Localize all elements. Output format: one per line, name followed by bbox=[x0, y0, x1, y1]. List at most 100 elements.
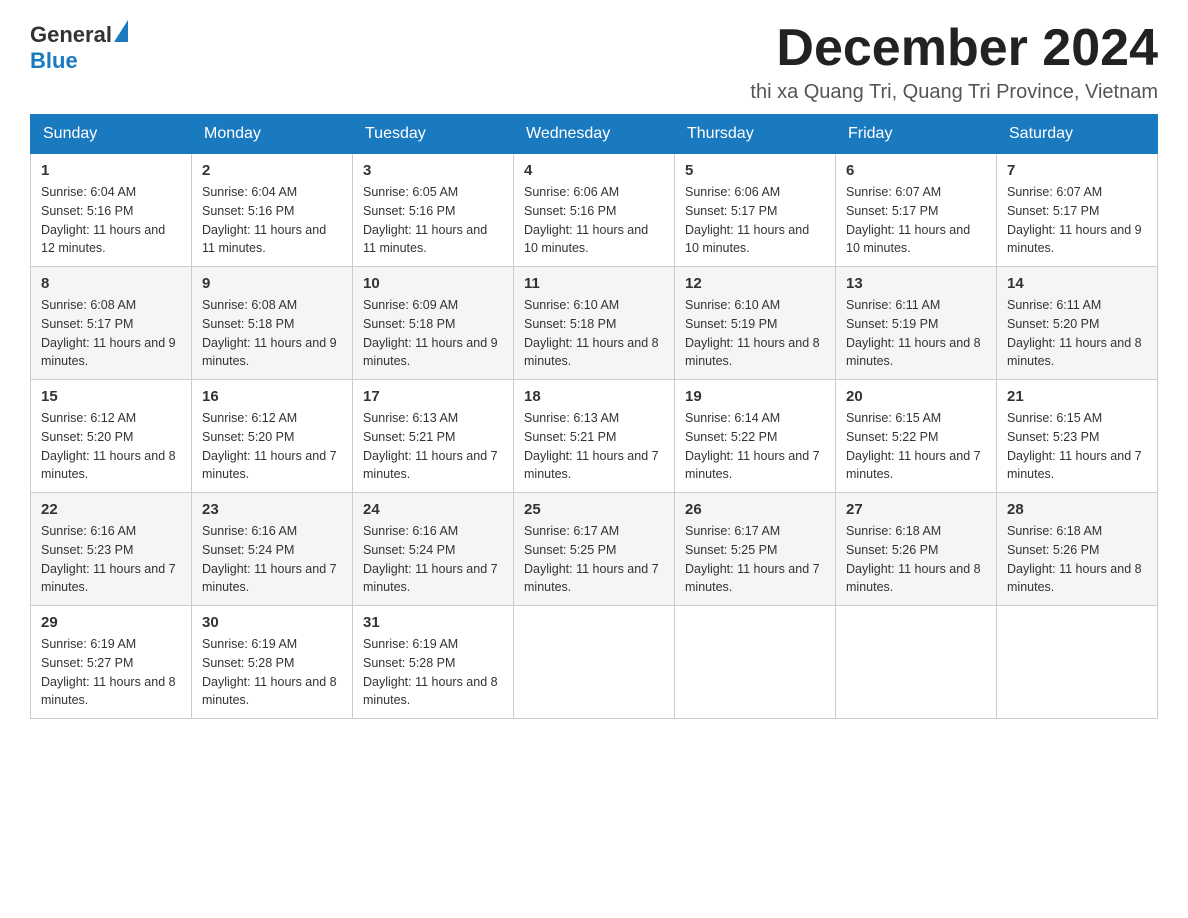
calendar-cell: 28 Sunrise: 6:18 AM Sunset: 5:26 PM Dayl… bbox=[997, 493, 1158, 606]
day-number: 14 bbox=[1007, 275, 1147, 292]
calendar-week-row: 22 Sunrise: 6:16 AM Sunset: 5:23 PM Dayl… bbox=[31, 493, 1158, 606]
day-number: 24 bbox=[363, 501, 503, 518]
calendar-cell: 2 Sunrise: 6:04 AM Sunset: 5:16 PM Dayli… bbox=[192, 154, 353, 267]
calendar-cell: 14 Sunrise: 6:11 AM Sunset: 5:20 PM Dayl… bbox=[997, 267, 1158, 380]
day-info: Sunrise: 6:19 AM Sunset: 5:28 PM Dayligh… bbox=[202, 635, 342, 710]
col-header-thursday: Thursday bbox=[675, 115, 836, 154]
calendar-week-row: 29 Sunrise: 6:19 AM Sunset: 5:27 PM Dayl… bbox=[31, 606, 1158, 719]
logo: General Blue bbox=[30, 20, 128, 74]
day-number: 28 bbox=[1007, 501, 1147, 518]
calendar-cell: 27 Sunrise: 6:18 AM Sunset: 5:26 PM Dayl… bbox=[836, 493, 997, 606]
day-info: Sunrise: 6:11 AM Sunset: 5:20 PM Dayligh… bbox=[1007, 296, 1147, 371]
day-number: 2 bbox=[202, 162, 342, 179]
day-number: 18 bbox=[524, 388, 664, 405]
calendar-header-row: SundayMondayTuesdayWednesdayThursdayFrid… bbox=[31, 115, 1158, 154]
calendar-cell: 30 Sunrise: 6:19 AM Sunset: 5:28 PM Dayl… bbox=[192, 606, 353, 719]
day-info: Sunrise: 6:12 AM Sunset: 5:20 PM Dayligh… bbox=[202, 409, 342, 484]
day-number: 22 bbox=[41, 501, 181, 518]
day-info: Sunrise: 6:05 AM Sunset: 5:16 PM Dayligh… bbox=[363, 183, 503, 258]
day-number: 26 bbox=[685, 501, 825, 518]
day-info: Sunrise: 6:06 AM Sunset: 5:17 PM Dayligh… bbox=[685, 183, 825, 258]
day-info: Sunrise: 6:10 AM Sunset: 5:18 PM Dayligh… bbox=[524, 296, 664, 371]
calendar-cell: 6 Sunrise: 6:07 AM Sunset: 5:17 PM Dayli… bbox=[836, 154, 997, 267]
day-info: Sunrise: 6:19 AM Sunset: 5:27 PM Dayligh… bbox=[41, 635, 181, 710]
day-info: Sunrise: 6:13 AM Sunset: 5:21 PM Dayligh… bbox=[363, 409, 503, 484]
day-info: Sunrise: 6:13 AM Sunset: 5:21 PM Dayligh… bbox=[524, 409, 664, 484]
col-header-saturday: Saturday bbox=[997, 115, 1158, 154]
calendar-cell: 4 Sunrise: 6:06 AM Sunset: 5:16 PM Dayli… bbox=[514, 154, 675, 267]
calendar-cell: 23 Sunrise: 6:16 AM Sunset: 5:24 PM Dayl… bbox=[192, 493, 353, 606]
day-info: Sunrise: 6:08 AM Sunset: 5:17 PM Dayligh… bbox=[41, 296, 181, 371]
day-info: Sunrise: 6:18 AM Sunset: 5:26 PM Dayligh… bbox=[846, 522, 986, 597]
calendar-cell bbox=[514, 606, 675, 719]
day-number: 29 bbox=[41, 614, 181, 631]
day-number: 7 bbox=[1007, 162, 1147, 179]
col-header-tuesday: Tuesday bbox=[353, 115, 514, 154]
day-number: 25 bbox=[524, 501, 664, 518]
calendar-cell: 18 Sunrise: 6:13 AM Sunset: 5:21 PM Dayl… bbox=[514, 380, 675, 493]
day-number: 17 bbox=[363, 388, 503, 405]
calendar-cell: 22 Sunrise: 6:16 AM Sunset: 5:23 PM Dayl… bbox=[31, 493, 192, 606]
calendar-cell bbox=[675, 606, 836, 719]
day-info: Sunrise: 6:16 AM Sunset: 5:24 PM Dayligh… bbox=[363, 522, 503, 597]
calendar-cell: 7 Sunrise: 6:07 AM Sunset: 5:17 PM Dayli… bbox=[997, 154, 1158, 267]
day-number: 31 bbox=[363, 614, 503, 631]
calendar-cell: 11 Sunrise: 6:10 AM Sunset: 5:18 PM Dayl… bbox=[514, 267, 675, 380]
calendar-cell: 24 Sunrise: 6:16 AM Sunset: 5:24 PM Dayl… bbox=[353, 493, 514, 606]
page-header: General Blue December 2024 thi xa Quang … bbox=[30, 20, 1158, 104]
calendar-week-row: 8 Sunrise: 6:08 AM Sunset: 5:17 PM Dayli… bbox=[31, 267, 1158, 380]
day-info: Sunrise: 6:11 AM Sunset: 5:19 PM Dayligh… bbox=[846, 296, 986, 371]
day-number: 5 bbox=[685, 162, 825, 179]
calendar-cell: 31 Sunrise: 6:19 AM Sunset: 5:28 PM Dayl… bbox=[353, 606, 514, 719]
calendar-cell bbox=[997, 606, 1158, 719]
calendar-cell: 13 Sunrise: 6:11 AM Sunset: 5:19 PM Dayl… bbox=[836, 267, 997, 380]
day-info: Sunrise: 6:16 AM Sunset: 5:24 PM Dayligh… bbox=[202, 522, 342, 597]
calendar-cell: 29 Sunrise: 6:19 AM Sunset: 5:27 PM Dayl… bbox=[31, 606, 192, 719]
calendar-cell: 8 Sunrise: 6:08 AM Sunset: 5:17 PM Dayli… bbox=[31, 267, 192, 380]
day-number: 1 bbox=[41, 162, 181, 179]
col-header-wednesday: Wednesday bbox=[514, 115, 675, 154]
day-number: 23 bbox=[202, 501, 342, 518]
calendar-week-row: 1 Sunrise: 6:04 AM Sunset: 5:16 PM Dayli… bbox=[31, 154, 1158, 267]
day-info: Sunrise: 6:16 AM Sunset: 5:23 PM Dayligh… bbox=[41, 522, 181, 597]
col-header-sunday: Sunday bbox=[31, 115, 192, 154]
day-number: 10 bbox=[363, 275, 503, 292]
day-info: Sunrise: 6:17 AM Sunset: 5:25 PM Dayligh… bbox=[685, 522, 825, 597]
day-number: 19 bbox=[685, 388, 825, 405]
day-number: 6 bbox=[846, 162, 986, 179]
day-number: 20 bbox=[846, 388, 986, 405]
day-number: 30 bbox=[202, 614, 342, 631]
logo-text: General Blue bbox=[30, 20, 128, 74]
calendar-cell: 17 Sunrise: 6:13 AM Sunset: 5:21 PM Dayl… bbox=[353, 380, 514, 493]
location-subtitle: thi xa Quang Tri, Quang Tri Province, Vi… bbox=[750, 81, 1158, 104]
day-info: Sunrise: 6:10 AM Sunset: 5:19 PM Dayligh… bbox=[685, 296, 825, 371]
day-info: Sunrise: 6:19 AM Sunset: 5:28 PM Dayligh… bbox=[363, 635, 503, 710]
day-info: Sunrise: 6:14 AM Sunset: 5:22 PM Dayligh… bbox=[685, 409, 825, 484]
calendar-cell: 20 Sunrise: 6:15 AM Sunset: 5:22 PM Dayl… bbox=[836, 380, 997, 493]
calendar-cell bbox=[836, 606, 997, 719]
day-number: 11 bbox=[524, 275, 664, 292]
day-number: 16 bbox=[202, 388, 342, 405]
day-info: Sunrise: 6:07 AM Sunset: 5:17 PM Dayligh… bbox=[1007, 183, 1147, 258]
title-area: December 2024 thi xa Quang Tri, Quang Tr… bbox=[750, 20, 1158, 104]
logo-triangle-icon bbox=[114, 20, 128, 42]
day-number: 8 bbox=[41, 275, 181, 292]
day-info: Sunrise: 6:09 AM Sunset: 5:18 PM Dayligh… bbox=[363, 296, 503, 371]
day-info: Sunrise: 6:06 AM Sunset: 5:16 PM Dayligh… bbox=[524, 183, 664, 258]
calendar-cell: 1 Sunrise: 6:04 AM Sunset: 5:16 PM Dayli… bbox=[31, 154, 192, 267]
calendar-cell: 21 Sunrise: 6:15 AM Sunset: 5:23 PM Dayl… bbox=[997, 380, 1158, 493]
day-number: 12 bbox=[685, 275, 825, 292]
day-info: Sunrise: 6:07 AM Sunset: 5:17 PM Dayligh… bbox=[846, 183, 986, 258]
day-number: 15 bbox=[41, 388, 181, 405]
day-info: Sunrise: 6:04 AM Sunset: 5:16 PM Dayligh… bbox=[202, 183, 342, 258]
calendar-cell: 19 Sunrise: 6:14 AM Sunset: 5:22 PM Dayl… bbox=[675, 380, 836, 493]
day-info: Sunrise: 6:15 AM Sunset: 5:23 PM Dayligh… bbox=[1007, 409, 1147, 484]
day-info: Sunrise: 6:12 AM Sunset: 5:20 PM Dayligh… bbox=[41, 409, 181, 484]
day-number: 21 bbox=[1007, 388, 1147, 405]
col-header-monday: Monday bbox=[192, 115, 353, 154]
calendar-cell: 9 Sunrise: 6:08 AM Sunset: 5:18 PM Dayli… bbox=[192, 267, 353, 380]
month-title: December 2024 bbox=[750, 20, 1158, 77]
calendar-week-row: 15 Sunrise: 6:12 AM Sunset: 5:20 PM Dayl… bbox=[31, 380, 1158, 493]
col-header-friday: Friday bbox=[836, 115, 997, 154]
calendar-cell: 3 Sunrise: 6:05 AM Sunset: 5:16 PM Dayli… bbox=[353, 154, 514, 267]
